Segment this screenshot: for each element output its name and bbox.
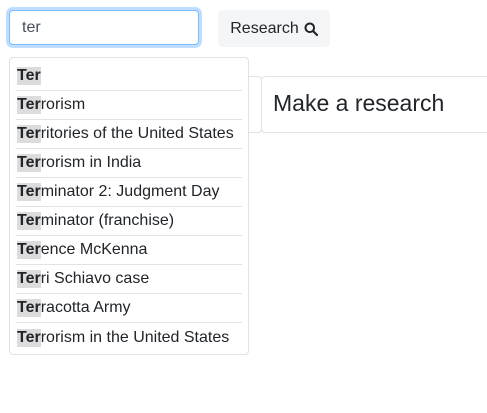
suggestion-rest: ritories of the United States: [40, 125, 234, 142]
search-icon: [304, 22, 318, 36]
suggestion-rest: ence McKenna: [40, 241, 148, 258]
suggestion-item[interactable]: Ter minator 2: Judgment Day: [16, 178, 242, 207]
suggestion-rest: rorism: [40, 96, 86, 113]
suggestion-item[interactable]: Ter racotta Army: [16, 294, 242, 323]
suggestion-item[interactable]: Ter rorism in the United States: [16, 323, 242, 352]
suggestion-match: Ter: [17, 212, 41, 230]
suggestion-item[interactable]: Ter ri Schiavo case: [16, 265, 242, 294]
autocomplete-dropdown: Ter Ter rorism Ter ritories of the United …: [9, 57, 249, 355]
suggestion-match: Ter: [17, 96, 41, 114]
results-card-edge: [248, 76, 262, 133]
suggestion-match: Ter: [17, 270, 41, 288]
suggestion-item[interactable]: Ter rorism: [16, 91, 242, 120]
suggestion-rest: minator 2: Judgment Day: [40, 183, 220, 200]
suggestion-rest: racotta Army: [40, 299, 131, 316]
suggestion-item[interactable]: Ter minator (franchise): [16, 207, 242, 236]
suggestion-rest: rorism in India: [40, 154, 142, 171]
suggestion-match: Ter: [17, 328, 41, 347]
suggestion-match: Ter: [17, 183, 41, 201]
research-button-label: Research: [230, 19, 299, 37]
suggestion-match: Ter: [17, 241, 41, 259]
suggestion-item[interactable]: Ter rorism in India: [16, 149, 242, 178]
suggestion-rest: rorism in the United States: [40, 328, 230, 346]
suggestion-rest: ri Schiavo case: [40, 270, 150, 287]
research-button[interactable]: Research: [218, 10, 330, 47]
research-page: Research Make a research Ter Terrorism T…: [0, 0, 487, 413]
suggestion-item[interactable]: Ter: [16, 62, 242, 91]
suggestion-rest: minator (franchise): [40, 212, 175, 229]
suggestion-match: Ter: [17, 154, 41, 172]
card-title: Make a research: [273, 90, 445, 116]
suggestion-item[interactable]: Ter ence McKenna: [16, 236, 242, 265]
suggestion-match: Ter: [17, 299, 41, 317]
search-input[interactable]: [9, 10, 199, 45]
suggestion-match: Ter: [17, 67, 41, 85]
results-card: Make a research: [261, 76, 487, 133]
suggestion-match: Ter: [17, 125, 41, 143]
suggestion-item[interactable]: Ter ritories of the United States: [16, 120, 242, 149]
